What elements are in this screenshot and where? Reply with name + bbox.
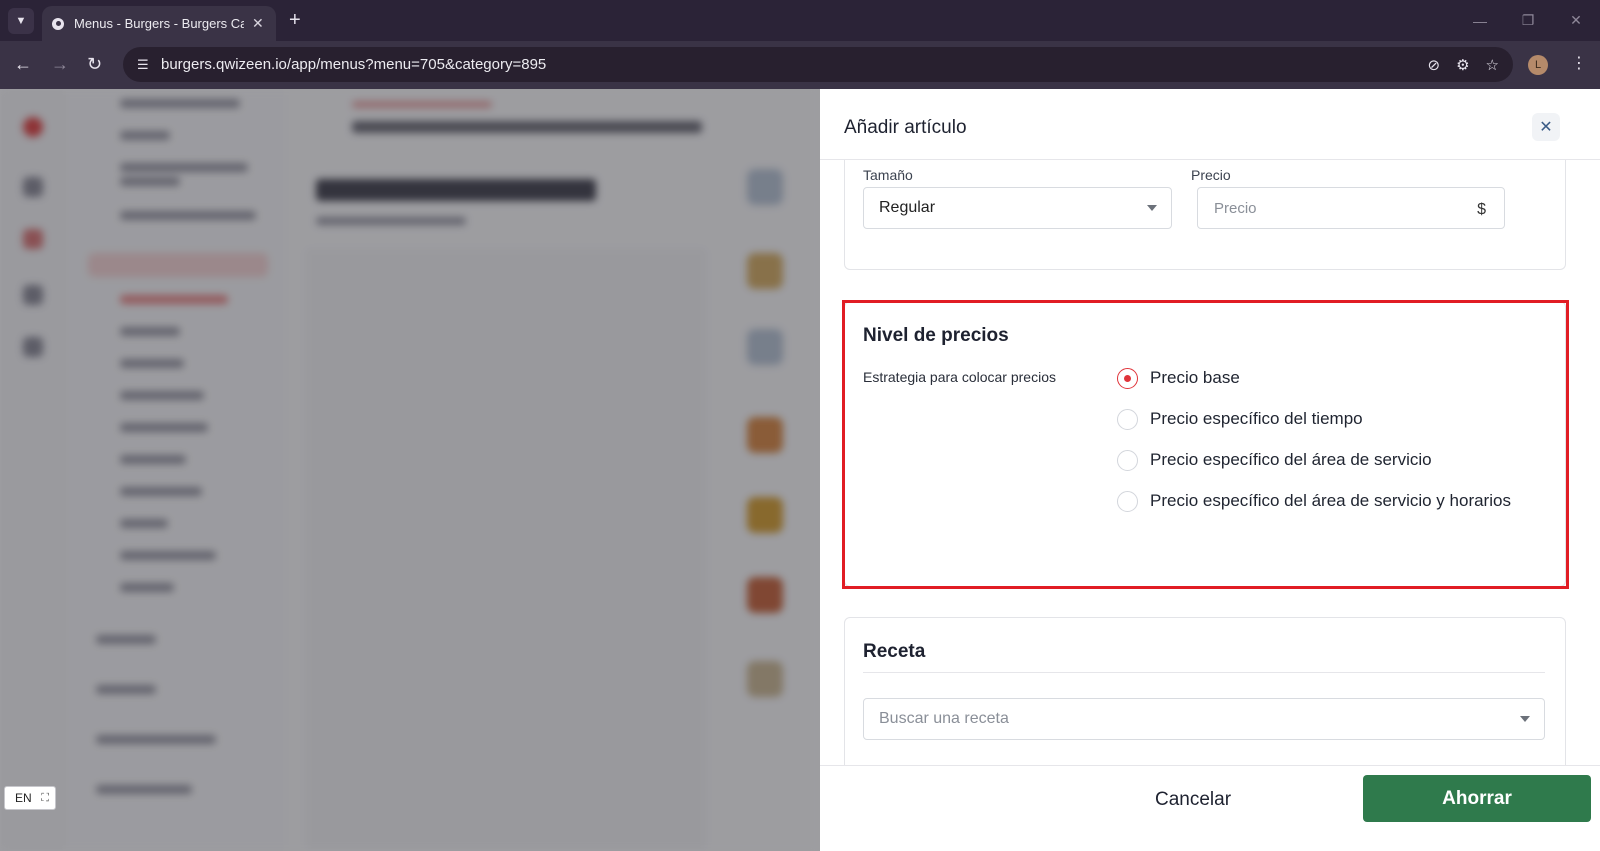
drawer-body[interactable]: Tamaño Precio Regular $ Nivel de precios… xyxy=(820,160,1600,765)
window-controls: — ❐ ✕ xyxy=(1456,0,1600,41)
tab-title: Menus - Burgers - Burgers Cate xyxy=(74,16,244,31)
new-tab-plus-icon[interactable]: + xyxy=(289,9,301,31)
radio-button[interactable] xyxy=(1117,449,1138,471)
tracking-protection-icon[interactable]: ⊘ xyxy=(1428,56,1441,74)
pricing-section-title: Nivel de precios xyxy=(863,325,1009,346)
pricing-strategy-label: Estrategia para colocar precios xyxy=(863,369,1056,385)
forward-arrow-icon[interactable]: → xyxy=(51,53,69,75)
caret-down-icon xyxy=(1520,716,1530,722)
radio-option-time-price[interactable]: Precio específico del tiempo xyxy=(1117,407,1363,431)
pricing-level-card: Nivel de precios Estrategia para colocar… xyxy=(844,301,1566,587)
radio-button[interactable] xyxy=(1117,367,1138,389)
drawer-header: Añadir artículo ✕ xyxy=(820,89,1600,160)
site-settings-icon[interactable]: ☰ xyxy=(137,57,161,73)
browser-tab[interactable]: Menus - Burgers - Burgers Cate ✕ xyxy=(42,6,276,41)
recipe-search-select[interactable]: Buscar una receta xyxy=(863,698,1545,740)
size-select-value: Regular xyxy=(879,199,936,216)
radio-option-base-price[interactable]: Precio base xyxy=(1117,366,1240,390)
language-indicator[interactable]: EN ⛶ xyxy=(4,786,56,810)
reload-icon[interactable]: ↻ xyxy=(87,53,102,75)
radio-label: Precio específico del área de servicio y… xyxy=(1150,491,1511,510)
price-input[interactable] xyxy=(1199,189,1449,227)
tab-close-icon[interactable]: ✕ xyxy=(252,15,264,32)
modal-backdrop[interactable] xyxy=(0,89,820,851)
size-label: Tamaño xyxy=(863,167,913,183)
back-arrow-icon[interactable]: ← xyxy=(14,53,32,75)
radio-label: Precio base xyxy=(1150,368,1240,387)
add-item-drawer: Añadir artículo ✕ Tamaño Precio Regular … xyxy=(820,89,1600,851)
radio-button[interactable] xyxy=(1117,408,1138,430)
expand-icon[interactable]: ⛶ xyxy=(41,792,49,805)
cancel-button[interactable]: Cancelar xyxy=(1155,789,1231,811)
minimize-icon[interactable]: — xyxy=(1456,13,1504,29)
radio-option-service-area-schedule-price[interactable]: Precio específico del área de servicio y… xyxy=(1117,489,1511,513)
currency-suffix: $ xyxy=(1477,201,1486,218)
caret-down-icon xyxy=(1147,205,1157,211)
language-code: EN xyxy=(15,791,32,805)
divider xyxy=(863,672,1545,673)
browser-menu-icon[interactable]: ⋮ xyxy=(1571,53,1587,73)
recipe-card: Receta Buscar una receta xyxy=(844,617,1566,765)
drawer-title: Añadir artículo xyxy=(844,117,967,138)
bookmark-star-icon[interactable]: ☆ xyxy=(1486,56,1499,74)
background-app xyxy=(0,89,820,851)
radio-option-service-area-price[interactable]: Precio específico del área de servicio xyxy=(1117,448,1432,472)
translate-icon[interactable]: ⚙ xyxy=(1456,56,1469,74)
window-close-icon[interactable]: ✕ xyxy=(1552,12,1600,29)
close-icon[interactable]: ✕ xyxy=(1532,113,1560,141)
site-favicon-icon xyxy=(52,17,64,30)
radio-label: Precio específico del tiempo xyxy=(1150,409,1363,428)
recipe-search-placeholder: Buscar una receta xyxy=(879,710,1009,727)
size-select[interactable]: Regular xyxy=(863,187,1172,229)
profile-avatar[interactable]: L xyxy=(1528,55,1548,75)
recipe-section-title: Receta xyxy=(863,641,926,662)
radio-label: Precio específico del área de servicio xyxy=(1150,450,1432,469)
address-bar-actions: ⊘ ⚙ ☆ xyxy=(1428,47,1499,82)
restore-icon[interactable]: ❐ xyxy=(1504,12,1552,29)
price-field[interactable]: $ xyxy=(1197,187,1505,229)
browser-tab-bar: ▼ Menus - Burgers - Burgers Cate ✕ + — ❐… xyxy=(0,0,1600,41)
radio-button[interactable] xyxy=(1117,490,1138,512)
browser-toolbar: ← → ↻ ☰ burgers.qwizeen.io/app/menus?men… xyxy=(0,41,1600,89)
address-bar[interactable]: ☰ burgers.qwizeen.io/app/menus?menu=705&… xyxy=(123,47,1513,82)
drawer-footer: Cancelar Ahorrar xyxy=(820,765,1600,851)
price-label: Precio xyxy=(1191,167,1231,183)
tab-search-chevron-icon[interactable]: ▼ xyxy=(8,8,34,34)
save-button[interactable]: Ahorrar xyxy=(1363,775,1591,822)
url-text[interactable]: burgers.qwizeen.io/app/menus?menu=705&ca… xyxy=(161,56,546,73)
size-price-card: Tamaño Precio Regular $ xyxy=(844,160,1566,270)
